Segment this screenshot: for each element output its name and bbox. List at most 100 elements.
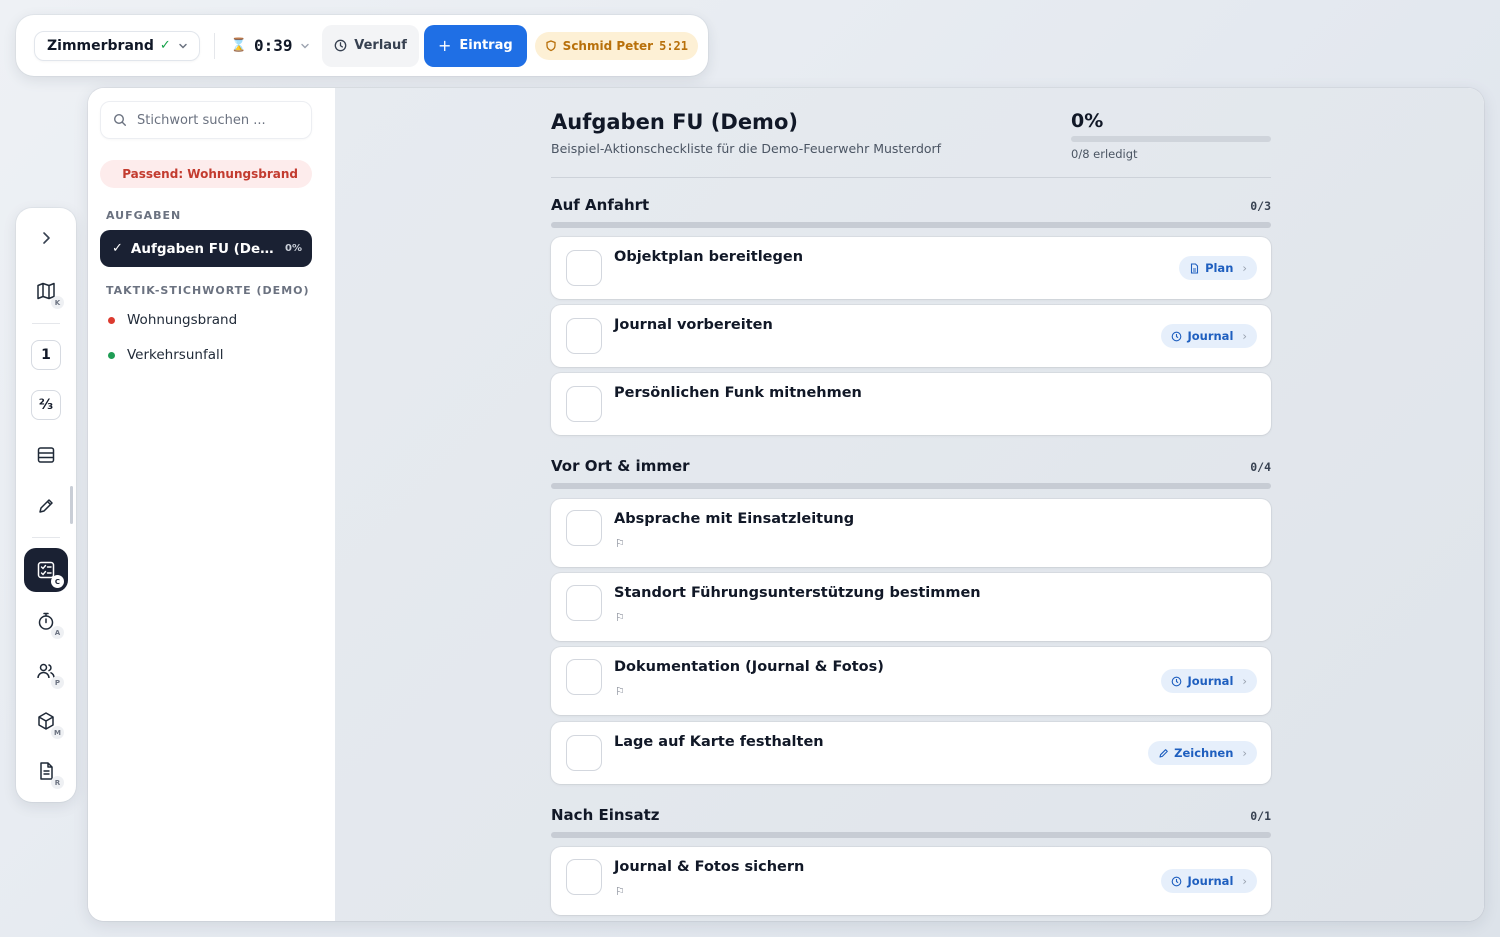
item-checkbox[interactable] (566, 585, 602, 621)
shortcut-key: C (51, 575, 64, 588)
personnel-button[interactable]: P (24, 649, 68, 693)
draw-button[interactable] (24, 484, 68, 528)
checklist-content: Aufgaben FU (Demo) Beispiel-Aktionscheck… (335, 88, 1484, 921)
item-title: Journal vorbereiten (614, 317, 773, 333)
report-button[interactable]: R (24, 749, 68, 793)
group-title: Nach Einsatz (551, 806, 660, 824)
chevron-right-icon: › (1242, 261, 1247, 275)
item-checkbox[interactable] (566, 250, 602, 286)
mission-name: Zimmerbrand (47, 37, 154, 54)
item-checkbox[interactable] (566, 510, 602, 546)
item-checkbox[interactable] (566, 318, 602, 354)
page-subtitle: Beispiel-Aktionscheckliste für die Demo-… (551, 141, 942, 156)
split-view-button[interactable]: ²⁄₃ (24, 383, 68, 427)
status-dot (108, 316, 115, 324)
checklist-item[interactable]: Journal & Fotos sichern ⚐ Journal › (551, 847, 1271, 915)
keyword-item-verkehrsunfall[interactable]: Verkehrsunfall (108, 347, 223, 363)
checklist-item[interactable]: Standort Führungsunterstützung bestimmen… (551, 573, 1271, 641)
keyword-item-wohnungsbrand[interactable]: Wohnungsbrand (108, 312, 237, 328)
keyword-search[interactable] (100, 101, 312, 139)
clock-icon (334, 39, 347, 52)
action-label: Plan (1205, 261, 1234, 275)
shortcut-key: R (51, 776, 64, 789)
single-view-button[interactable]: 1 (24, 333, 68, 377)
pencil-icon (1159, 748, 1168, 758)
chevron-right-icon (43, 232, 50, 244)
draw-action-button[interactable]: Zeichnen › (1148, 741, 1257, 765)
checklist-item[interactable]: Journal vorbereiten Journal › (551, 305, 1271, 367)
item-title: Objektplan bereitlegen (614, 249, 804, 265)
item-title: Dokumentation (Journal & Fotos) (614, 659, 884, 675)
progress-done: 0/8 erledigt (1071, 147, 1138, 161)
chevron-right-icon: › (1242, 874, 1247, 888)
shortcut-key: M (51, 726, 64, 739)
progress-percent: 0% (1071, 110, 1104, 132)
journal-action-button[interactable]: Journal › (1161, 669, 1257, 693)
table-icon (37, 447, 55, 463)
map-button[interactable]: K (24, 269, 68, 313)
journal-action-button[interactable]: Journal › (1161, 324, 1257, 348)
flag-icon: ⚐ (615, 885, 625, 898)
checklist-item[interactable]: Absprache mit Einsatzleitung ⚐ (551, 499, 1271, 567)
task-list-item-active[interactable]: ✓ Aufgaben FU (Demo) 0% (100, 230, 312, 267)
new-entry-button[interactable]: + Eintrag (423, 24, 527, 67)
checklist-item[interactable]: Dokumentation (Journal & Fotos) ⚐ Journa… (551, 647, 1271, 715)
plan-action-button[interactable]: Plan › (1179, 256, 1257, 280)
page-title: Aufgaben FU (Demo) (551, 110, 798, 134)
search-icon (113, 113, 126, 126)
table-button[interactable] (24, 433, 68, 477)
item-checkbox[interactable] (566, 386, 602, 422)
shield-icon (546, 39, 556, 51)
check-icon: ✓ (112, 241, 123, 256)
checklist-sidebar: Passend: Wohnungsbrand AUFGABEN ✓ Aufgab… (88, 88, 335, 921)
top-bar: Zimmerbrand ✓ ⌛ 0:39 Verlauf + Eintrag S… (16, 15, 708, 76)
group-title: Auf Anfahrt (551, 196, 650, 214)
rail-scrollbar[interactable] (70, 486, 73, 524)
divider (213, 32, 215, 59)
checklist-item[interactable]: Persönlichen Funk mitnehmen (551, 373, 1271, 435)
group-title: Vor Ort & immer (551, 457, 690, 475)
group-progress-bar (551, 832, 1271, 838)
hourglass-icon: ⌛ (230, 38, 247, 53)
flag-icon: ⚐ (615, 537, 625, 550)
checklist-button[interactable]: C (24, 548, 68, 592)
match-badge[interactable]: Passend: Wohnungsbrand (100, 160, 312, 188)
fraction-icon: ²⁄₃ (31, 390, 61, 420)
material-button[interactable]: M (24, 699, 68, 743)
chevron-down-icon (179, 43, 187, 49)
flag-icon: ⚐ (615, 685, 625, 698)
chevron-right-icon: › (1242, 674, 1247, 688)
item-checkbox[interactable] (566, 659, 602, 695)
progress-bar (1071, 136, 1271, 142)
item-checkbox[interactable] (566, 859, 602, 895)
divider (551, 177, 1271, 178)
one-icon: 1 (31, 340, 61, 370)
item-checkbox[interactable] (566, 735, 602, 771)
user-badge[interactable]: Schmid Peter 5:21 (534, 31, 698, 60)
task-list-percent: 0% (285, 243, 302, 254)
checklist-item[interactable]: Lage auf Karte festhalten Zeichnen › (551, 722, 1271, 784)
plus-icon: + (437, 36, 452, 55)
user-name: Schmid Peter (562, 38, 654, 53)
clock-icon (1172, 676, 1182, 686)
keyword-label: Wohnungsbrand (127, 312, 238, 328)
search-input[interactable] (137, 112, 297, 128)
flag-icon: ⚐ (615, 611, 625, 624)
status-dot (108, 351, 115, 359)
item-title: Absprache mit Einsatzleitung (614, 511, 855, 527)
timer-button[interactable]: A (24, 599, 68, 643)
mission-timer[interactable]: ⌛ 0:39 (231, 36, 317, 55)
item-title: Persönlichen Funk mitnehmen (614, 385, 862, 401)
action-label: Journal (1187, 329, 1234, 343)
journal-action-button[interactable]: Journal › (1161, 869, 1257, 893)
action-label: Zeichnen (1174, 746, 1234, 760)
document-icon (1191, 262, 1199, 274)
item-title: Journal & Fotos sichern (614, 859, 805, 875)
group-progress-bar (551, 483, 1271, 489)
shortcut-key: K (51, 296, 64, 309)
mission-select[interactable]: Zimmerbrand ✓ (34, 30, 200, 61)
history-button[interactable]: Verlauf (322, 24, 419, 67)
expand-rail-button[interactable] (24, 216, 68, 260)
pencil-icon (39, 499, 53, 513)
checklist-item[interactable]: Objektplan bereitlegen Plan › (551, 237, 1271, 299)
